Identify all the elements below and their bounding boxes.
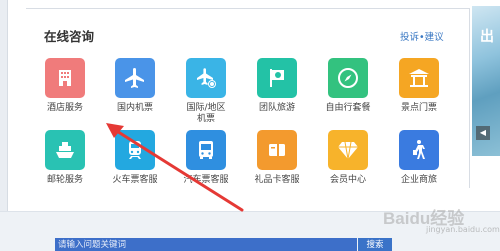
hotel-icon <box>45 58 85 98</box>
panel-border <box>26 8 470 9</box>
service-label: 团队旅游 <box>258 103 295 113</box>
service-label: 汽车票客服 <box>183 175 229 185</box>
service-hotel[interactable]: 酒店服务 <box>37 58 93 132</box>
bus-icon <box>186 130 226 170</box>
flag-icon <box>257 58 297 98</box>
service-label: 礼品卡客服 <box>254 175 300 185</box>
service-member-center[interactable]: 会员中心 <box>320 130 376 204</box>
service-group-tours[interactable]: 团队旅游 <box>249 58 305 132</box>
panel-title: 在线咨询 <box>44 29 95 44</box>
service-label: 国际/地区机票 <box>186 103 226 124</box>
service-bus[interactable]: 汽车票客服 <box>178 130 234 204</box>
service-intl-flights[interactable]: 国际/地区机票 <box>178 58 234 132</box>
service-train[interactable]: 火车票客服 <box>107 130 163 204</box>
train-icon <box>115 130 155 170</box>
airplane-icon <box>115 58 155 98</box>
feedback-link[interactable]: 投诉•建议 <box>400 29 444 43</box>
service-label: 景点门票 <box>400 103 437 113</box>
service-business-travel[interactable]: 企业商旅 <box>391 130 447 204</box>
service-domestic-flights[interactable]: 国内机票 <box>107 58 163 132</box>
pavilion-icon <box>399 58 439 98</box>
service-attraction-tickets[interactable]: 景点门票 <box>391 58 447 132</box>
service-label: 企业商旅 <box>400 175 437 185</box>
service-cruise[interactable]: 邮轮服务 <box>37 130 93 204</box>
compass-icon <box>328 58 368 98</box>
side-ad-text: 出 <box>480 29 494 45</box>
service-label: 酒店服务 <box>46 103 83 113</box>
diamond-icon <box>328 130 368 170</box>
service-label: 国内机票 <box>116 103 153 113</box>
panel-border-right <box>469 8 470 188</box>
carousel-prev-button[interactable]: ◀ <box>476 126 490 140</box>
service-label: 自由行套餐 <box>325 103 371 113</box>
search-input[interactable] <box>55 238 357 251</box>
service-free-travel[interactable]: 自由行套餐 <box>320 58 376 132</box>
ship-icon <box>45 130 85 170</box>
airplane-globe-icon <box>186 58 226 98</box>
walking-person-icon <box>399 130 439 170</box>
gift-card-icon <box>257 130 297 170</box>
service-label: 火车票客服 <box>112 175 158 185</box>
service-label: 会员中心 <box>329 175 366 185</box>
service-label: 邮轮服务 <box>46 175 83 185</box>
watermark-domain: jingyan.baidu.com <box>426 225 500 234</box>
service-gift-card[interactable]: 礼品卡客服 <box>249 130 305 204</box>
search-button[interactable]: 搜索 <box>358 238 392 251</box>
